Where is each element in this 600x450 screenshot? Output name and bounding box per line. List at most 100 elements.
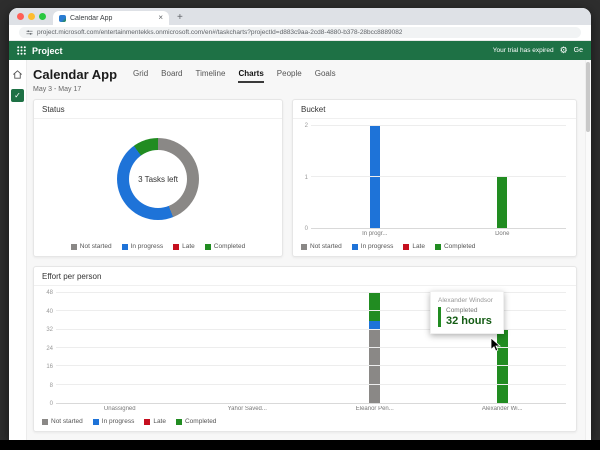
bucket-bars: [311, 126, 566, 228]
url-text: project.microsoft.com/entertainmentekks.…: [37, 29, 403, 36]
charts-area: Status 3 Tasks left Not started In progre…: [33, 99, 577, 432]
tab-title: Calendar App: [70, 14, 113, 22]
legend-item: Completed: [434, 243, 476, 250]
legend-swatch-icon: [204, 243, 211, 250]
legend-swatch-icon: [173, 243, 180, 250]
legend-swatch-icon: [92, 418, 99, 425]
y-tick-label: 40: [46, 308, 53, 315]
bucket-bar[interactable]: [497, 177, 508, 228]
waffle-menu-icon[interactable]: [17, 46, 26, 55]
legend-label: Late: [412, 243, 425, 250]
effort-y-axis: 0 8 16 24 32 40 48: [40, 290, 56, 407]
maximize-window-button[interactable]: [39, 13, 46, 20]
top-cards-row: Status 3 Tasks left Not started In progre…: [33, 99, 577, 257]
legend-item: Completed: [204, 243, 246, 250]
new-tab-button[interactable]: +: [169, 12, 191, 25]
bucket-column: [439, 126, 567, 228]
bucket-chart-body: 0 1 2 In progr... Done: [293, 119, 576, 239]
bucket-plot: [311, 125, 566, 229]
effort-legend: Not started In progress Late Completed: [34, 414, 576, 431]
legend-swatch-icon: [403, 243, 410, 250]
tooltip-status-label: Completed: [446, 307, 478, 314]
x-tick-label: In progr...: [362, 231, 388, 237]
browser-tab-bar: Calendar App × +: [9, 8, 591, 25]
legend-label: Not started: [310, 243, 342, 250]
trial-expired-message: Your trial has expired: [492, 47, 554, 54]
tab-people[interactable]: People: [277, 69, 302, 83]
effort-x-axis: Unassigned Yahor Saved... Eleanor Pen... Al…: [56, 406, 566, 414]
app-name: Project: [32, 45, 63, 56]
tab-goals[interactable]: Goals: [315, 69, 336, 83]
status-card-title: Status: [34, 100, 282, 119]
x-tick-label: Unassigned: [103, 406, 136, 412]
page-scrollbar[interactable]: [585, 60, 591, 440]
status-donut[interactable]: 3 Tasks left: [117, 138, 199, 220]
gridline: [56, 383, 566, 385]
tab-timeline[interactable]: Timeline: [196, 69, 226, 83]
legend-item: Not started: [70, 243, 112, 250]
mouse-cursor-icon: [490, 337, 501, 352]
title-row: Calendar App Grid Board Timeline Charts …: [33, 66, 577, 83]
legend-label: Not started: [51, 418, 83, 425]
legend-label: Late: [153, 418, 166, 425]
bucket-bar[interactable]: [369, 126, 380, 228]
effort-card-title: Effort per person: [34, 267, 576, 286]
x-tick-label: Done: [495, 231, 510, 237]
legend-swatch-icon: [434, 243, 441, 250]
legend-item: In progress: [351, 243, 394, 250]
settings-gear-icon[interactable]: ⚙: [560, 46, 568, 55]
tab-board[interactable]: Board: [161, 69, 182, 83]
left-nav-rail: ✓: [9, 60, 27, 440]
desktop-bottom-strip: [0, 440, 600, 450]
browser-tab[interactable]: Calendar App ×: [53, 11, 169, 25]
tab-close-icon[interactable]: ×: [158, 14, 163, 22]
legend-item: In progress: [121, 243, 164, 250]
legend-swatch-icon: [121, 243, 128, 250]
home-icon[interactable]: [12, 69, 23, 80]
browser-toolbar: project.microsoft.com/entertainmentekks.…: [9, 25, 591, 41]
legend-item: Completed: [175, 418, 216, 425]
gridline: [311, 176, 566, 177]
main-content: Calendar App Grid Board Timeline Charts …: [27, 60, 591, 440]
status-donut-center-label: 3 Tasks left: [129, 150, 187, 208]
x-tick-label: Eleanor Pen...: [355, 406, 394, 412]
legend-item: Late: [144, 418, 166, 425]
legend-item: Not started: [42, 418, 83, 425]
tab-charts[interactable]: Charts: [238, 69, 264, 83]
legend-swatch-icon: [144, 418, 151, 425]
legend-label: Completed: [443, 243, 476, 250]
bucket-card: Bucket 012 In progr... Done Not started …: [292, 99, 577, 257]
y-tick-label: 0: [304, 226, 308, 232]
address-bar[interactable]: project.microsoft.com/entertainmentekks.…: [19, 27, 581, 38]
y-tick-label: 24: [46, 345, 53, 352]
legend-label: In progress: [360, 243, 394, 250]
legend-swatch-icon: [175, 418, 182, 425]
y-tick-label: 32: [46, 327, 53, 334]
x-tick-label: Alexander Wi...: [481, 406, 523, 412]
bucket-column: [311, 126, 439, 228]
y-tick-label: 1: [304, 174, 308, 181]
legend-item: In progress: [92, 418, 134, 425]
effort-bar-segment[interactable]: [369, 293, 381, 321]
y-tick-label: 8: [49, 382, 53, 389]
chart-tooltip: Alexander Windsor Completed 32 hours: [430, 291, 504, 334]
get-app-label[interactable]: Ge: [574, 47, 583, 54]
legend-label: Completed: [213, 243, 246, 250]
gridline: [56, 365, 566, 367]
close-window-button[interactable]: [17, 13, 24, 20]
tasks-check-icon[interactable]: ✓: [11, 89, 24, 102]
site-settings-tune-icon[interactable]: [26, 29, 33, 36]
y-tick-label: 0: [49, 401, 53, 407]
app-body: ✓ Calendar App Grid Board Timeline Chart…: [9, 60, 591, 440]
view-tabs: Grid Board Timeline Charts People Goals: [133, 66, 336, 83]
tab-grid[interactable]: Grid: [133, 69, 148, 83]
window-controls: [9, 8, 53, 25]
scrollbar-thumb[interactable]: [586, 62, 590, 132]
minimize-window-button[interactable]: [28, 13, 35, 20]
legend-swatch-icon: [351, 243, 358, 250]
legend-swatch-icon: [301, 243, 307, 250]
legend-label: In progress: [130, 243, 164, 250]
gridline: [311, 125, 566, 126]
y-tick-label: 48: [46, 290, 53, 296]
tab-favicon-icon: [59, 14, 66, 22]
